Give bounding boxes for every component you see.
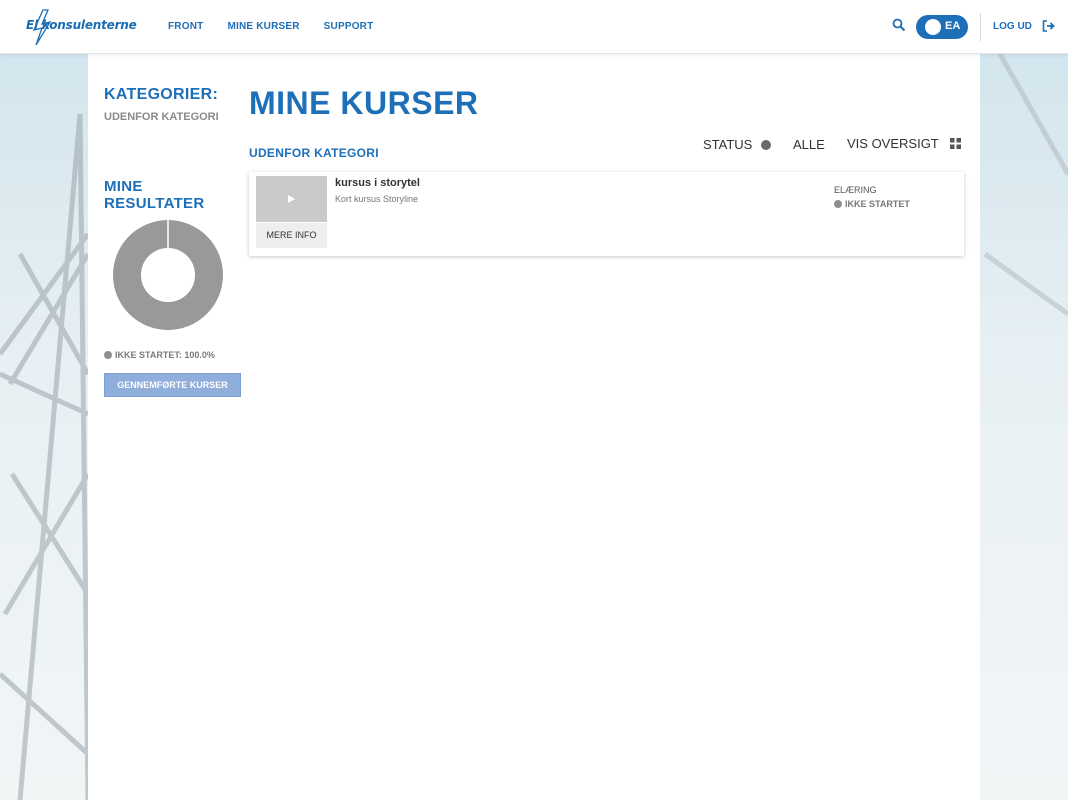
course-status: IKKE STARTET bbox=[834, 199, 910, 209]
view-overview-button[interactable]: VIS OVERSIGT bbox=[847, 136, 961, 151]
filter-all[interactable]: ALLE bbox=[793, 137, 825, 152]
results-legend: IKKE STARTET: 100.0% bbox=[104, 350, 215, 360]
course-card[interactable]: MERE INFO kursus i storytel Kort kursus … bbox=[249, 172, 964, 256]
categories-title: KATEGORIER: bbox=[104, 86, 219, 103]
results-title: MINE RESULTATER bbox=[104, 178, 205, 212]
play-icon bbox=[288, 195, 295, 203]
logout-icon bbox=[1042, 20, 1055, 32]
grid-icon bbox=[949, 138, 961, 149]
status-dot bbox=[834, 200, 842, 208]
search-icon bbox=[892, 18, 906, 32]
logout-button[interactable]: LOG UD bbox=[993, 20, 1055, 32]
page-title: MINE KURSER bbox=[249, 85, 479, 121]
overview-label: VIS OVERSIGT bbox=[847, 136, 939, 151]
main-nav: FRONT MINE KURSER SUPPORT bbox=[168, 21, 373, 32]
language-toggle[interactable]: EA bbox=[916, 15, 968, 39]
status-dot-icon[interactable] bbox=[761, 139, 772, 150]
toggle-knob bbox=[925, 19, 941, 35]
toggle-label: EA bbox=[945, 20, 961, 32]
course-type: ELÆRING bbox=[834, 185, 877, 195]
top-navigation-bar: El konsulenterne FRONT MINE KURSER SUPPO… bbox=[0, 0, 1068, 54]
section-title: UDENFOR KATEGORI bbox=[249, 146, 379, 160]
legend-label: IKKE STARTET: 100.0% bbox=[115, 350, 215, 360]
more-info-button[interactable]: MERE INFO bbox=[256, 223, 327, 248]
nav-support[interactable]: SUPPORT bbox=[324, 21, 374, 32]
course-title[interactable]: kursus i storytel bbox=[335, 177, 420, 189]
header-divider bbox=[980, 13, 981, 41]
results-donut-chart bbox=[113, 220, 223, 330]
category-link-udenfor-kategori[interactable]: UDENFOR KATEGORI bbox=[104, 111, 219, 123]
course-thumbnail[interactable] bbox=[256, 176, 327, 222]
nav-mine-kurser[interactable]: MINE KURSER bbox=[227, 21, 299, 32]
logo-text: El konsulenterne bbox=[26, 18, 137, 32]
nav-front[interactable]: FRONT bbox=[168, 21, 203, 32]
completed-courses-button[interactable]: GENNEMFØRTE KURSER bbox=[104, 373, 241, 397]
course-status-label: IKKE STARTET bbox=[845, 199, 910, 209]
content-panel: KATEGORIER: UDENFOR KATEGORI MINE RESULT… bbox=[88, 54, 980, 800]
status-filter[interactable]: STATUS bbox=[703, 137, 772, 152]
company-logo[interactable]: El konsulenterne bbox=[26, 8, 137, 46]
course-description: Kort kursus Storyline bbox=[335, 194, 419, 204]
status-label: STATUS bbox=[703, 137, 753, 152]
logout-label: LOG UD bbox=[993, 20, 1032, 32]
legend-dot bbox=[104, 351, 112, 359]
search-button[interactable] bbox=[892, 18, 906, 32]
